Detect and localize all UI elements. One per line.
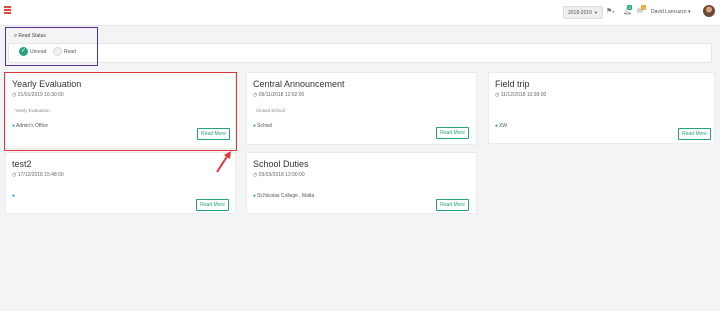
clock-icon: ◷ (12, 172, 17, 178)
event-location: ●XW (495, 123, 507, 129)
event-date-text: 09/11/2018 12:02:00 (258, 92, 305, 98)
event-date: ◷ 09/11/2018 12:02:00 (253, 92, 304, 98)
event-title: School Duties (253, 159, 309, 169)
annotation-box-filter (5, 27, 98, 66)
event-card: test2 ◷ 17/12/2018 15:48:00 ● Read More (5, 152, 236, 214)
flag-icon[interactable]: ⚑▾ (606, 7, 614, 16)
event-location-text: XW (499, 123, 508, 129)
event-location: ●St.Nicolas College , Malta (253, 193, 314, 199)
map-pin-icon: ● (253, 193, 257, 199)
event-location: ●School (253, 123, 272, 129)
bell-icon[interactable]: 🔔︎ 2 (623, 5, 632, 16)
event-date: ◷ 17/12/2018 15:48:00 (12, 172, 64, 178)
map-pin-icon: ● (12, 193, 16, 199)
user-name: David Lancuzzo (651, 9, 687, 15)
clock-icon: ◷ (495, 92, 500, 98)
event-title: Central Announcement (253, 79, 345, 89)
event-card: Field trip ◷ 11/12/2018 10:39:00 ●XW Rea… (488, 72, 715, 144)
event-date-text: 17/12/2018 15:48:00 (17, 172, 64, 178)
annotation-arrow-icon (216, 151, 231, 173)
read-more-button[interactable]: Read More (678, 128, 711, 140)
event-date: ◷ 03/03/2018 12:00:00 (253, 172, 305, 178)
notifications-badge: 2 (627, 5, 632, 10)
clock-icon: ◷ (253, 92, 258, 98)
map-pin-icon: ● (495, 123, 499, 129)
event-date-text: 11/12/2018 10:39:00 (500, 92, 547, 98)
event-card: Central Announcement ◷ 09/11/2018 12:02:… (246, 72, 477, 145)
event-description: Closed School (256, 108, 286, 113)
event-location-text: St.Nicolas College , Malta (257, 193, 315, 199)
top-navbar: 2018-2019 ▼ ⚑▾ 🔔︎ 2 ✉ 0 David Lancuzzo ▾ (0, 0, 720, 26)
event-title: Field trip (495, 79, 530, 89)
event-title: test2 (12, 159, 32, 169)
annotation-box-card (4, 72, 237, 151)
filter-panel (8, 43, 712, 63)
messages-badge: 0 (641, 5, 646, 10)
menu-icon[interactable] (4, 6, 11, 14)
event-card: School Duties ◷ 03/03/2018 12:00:00 ●St.… (246, 152, 477, 214)
read-more-button[interactable]: Read More (436, 127, 469, 139)
event-date: ◷ 11/12/2018 10:39:00 (495, 92, 546, 98)
event-location-text: School (257, 123, 273, 129)
read-more-button[interactable]: Read More (196, 199, 229, 211)
academic-year-value: 2018-2019 (568, 10, 592, 16)
user-menu[interactable]: David Lancuzzo ▾ (651, 9, 690, 15)
avatar[interactable] (703, 5, 715, 17)
mail-icon[interactable]: ✉ 0 (637, 5, 646, 16)
read-more-button[interactable]: Read More (436, 199, 469, 211)
chevron-down-icon: ▼ (593, 10, 598, 15)
event-location: ● (12, 193, 16, 199)
map-pin-icon: ● (253, 123, 257, 129)
event-date-text: 03/03/2018 12:00:00 (258, 172, 305, 178)
academic-year-select[interactable]: 2018-2019 ▼ (563, 6, 603, 19)
clock-icon: ◷ (253, 172, 258, 178)
